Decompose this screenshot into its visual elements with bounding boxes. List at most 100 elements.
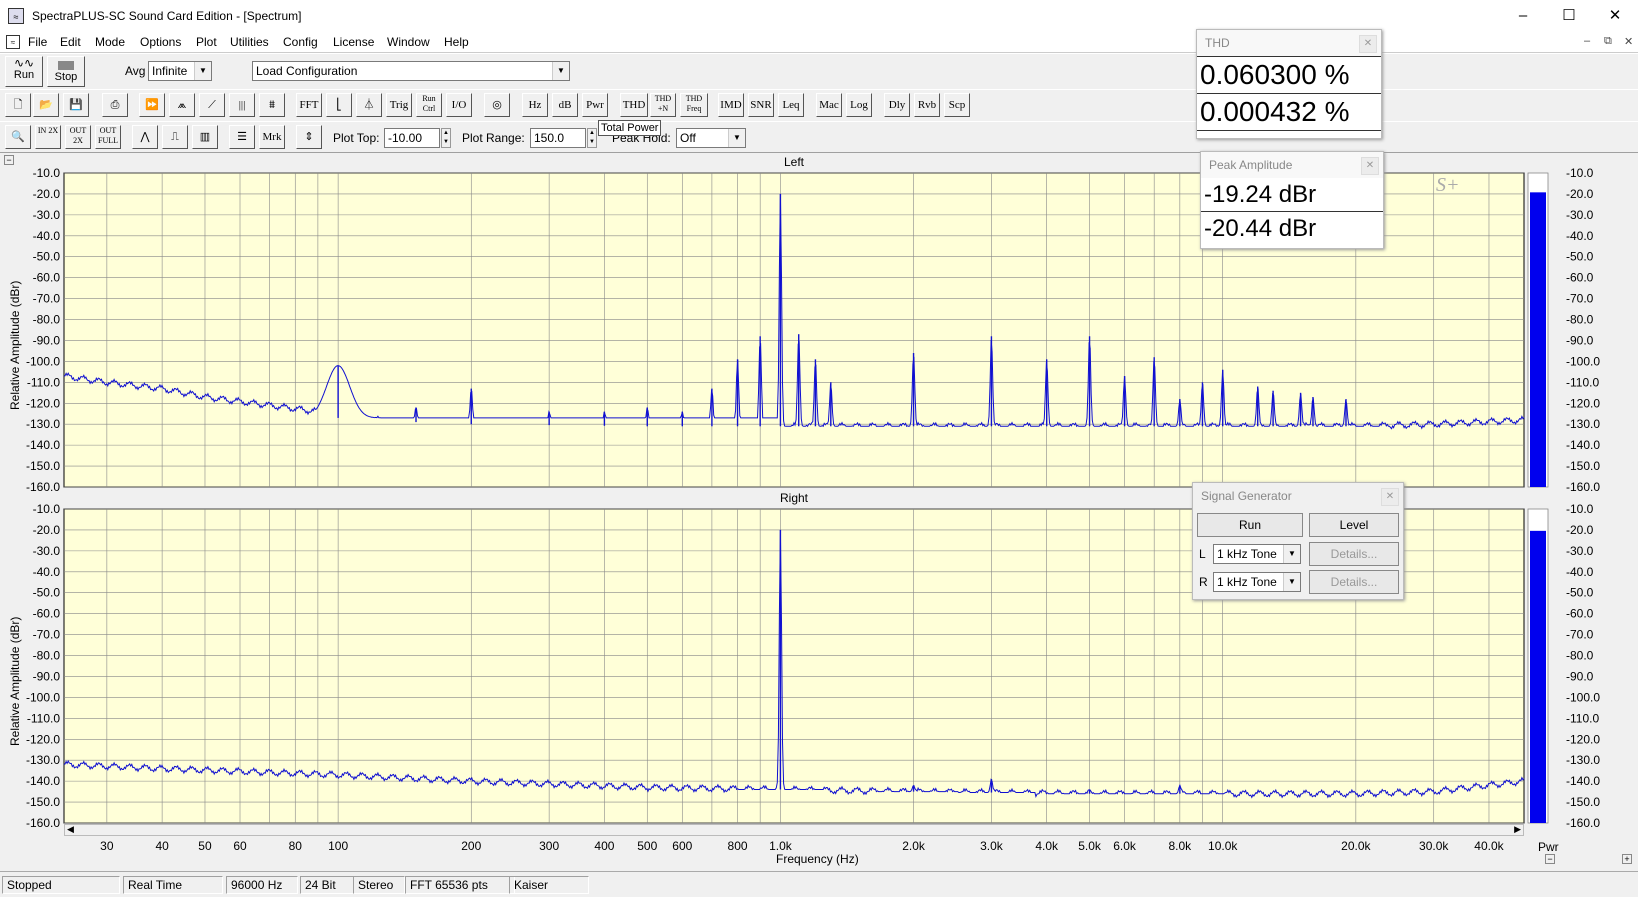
x-tick-label: 2.0k bbox=[902, 839, 926, 853]
meter-tick-label: -20.0 bbox=[1566, 523, 1594, 537]
y-tick-label: -60.0 bbox=[33, 271, 61, 285]
x-tick-label: 400 bbox=[594, 839, 614, 853]
meter-tick-label: -100.0 bbox=[1566, 690, 1600, 704]
x-tick-label: 30 bbox=[100, 839, 114, 853]
left-spectrum-plot[interactable]: -10.0 -10.0 -20.0 -20.0 -30.0 -30.0 -40.0 -40.0… bbox=[0, 0, 1638, 896]
meter-tick-label: -150.0 bbox=[1566, 459, 1600, 473]
status-sample-rate: 96000 Hz bbox=[226, 876, 298, 894]
meter-level-bar bbox=[1530, 192, 1546, 487]
signal-generator-panel: Signal Generator ✕ Run Level L 1 kHz Ton… bbox=[1192, 482, 1404, 600]
y-tick-label: -90.0 bbox=[33, 333, 61, 347]
status-bit-depth: 24 Bit bbox=[300, 876, 354, 894]
close-icon[interactable]: ✕ bbox=[1381, 488, 1399, 506]
y-tick-label: -20.0 bbox=[33, 187, 61, 201]
meter-label: Pwr bbox=[1538, 840, 1559, 854]
meter-tick-label: -140.0 bbox=[1566, 438, 1600, 452]
chevron-down-icon: ▼ bbox=[1283, 573, 1300, 591]
siggen-title-text: Signal Generator bbox=[1201, 489, 1292, 503]
thd-panel-title[interactable]: THD ✕ bbox=[1197, 30, 1381, 56]
x-tick-label: 10.0k bbox=[1208, 839, 1238, 853]
left-details-button[interactable]: Details... bbox=[1309, 542, 1399, 566]
x-tick-label: 4.0k bbox=[1035, 839, 1059, 853]
meter-tick-label: -120.0 bbox=[1566, 396, 1600, 410]
meter-tick-label: -70.0 bbox=[1566, 628, 1594, 642]
status-channels: Stereo bbox=[353, 876, 405, 894]
meter-expand-button[interactable]: + bbox=[1622, 854, 1632, 864]
y-tick-label: -80.0 bbox=[33, 313, 61, 327]
right-tone-value: 1 kHz Tone bbox=[1217, 575, 1277, 589]
siggen-left-label: L bbox=[1199, 547, 1206, 561]
y-tick-label: -80.0 bbox=[33, 649, 61, 663]
meter-collapse-button[interactable]: − bbox=[1545, 854, 1555, 864]
right-details-button[interactable]: Details... bbox=[1309, 570, 1399, 594]
y-tick-label: -30.0 bbox=[33, 544, 61, 558]
meter-tick-label: -110.0 bbox=[1566, 711, 1599, 725]
y-tick-label: -150.0 bbox=[26, 795, 60, 809]
y-tick-label: -130.0 bbox=[26, 753, 60, 767]
y-tick-label: -40.0 bbox=[33, 229, 61, 243]
close-icon[interactable]: ✕ bbox=[1361, 157, 1379, 175]
thd-title-text: THD bbox=[1205, 36, 1230, 50]
y-tick-label: -120.0 bbox=[26, 396, 60, 410]
status-fft-size: FFT 65536 pts bbox=[405, 876, 515, 894]
x-tick-label: 300 bbox=[539, 839, 559, 853]
siggen-run-button[interactable]: Run bbox=[1197, 513, 1303, 537]
x-tick-label: 30.0k bbox=[1419, 839, 1449, 853]
x-tick-label: 50 bbox=[198, 839, 212, 853]
y-tick-label: -160.0 bbox=[26, 480, 60, 494]
meter-tick-label: -60.0 bbox=[1566, 607, 1594, 621]
x-tick-label: 40 bbox=[155, 839, 169, 853]
x-tick-label: 500 bbox=[637, 839, 657, 853]
peak-panel-title[interactable]: Peak Amplitude ✕ bbox=[1201, 152, 1383, 178]
meter-tick-label: -120.0 bbox=[1566, 732, 1600, 746]
y-tick-label: -120.0 bbox=[26, 732, 60, 746]
x-tick-label: 1.0k bbox=[769, 839, 793, 853]
status-bar: Stopped Real Time 96000 Hz 24 Bit Stereo… bbox=[0, 871, 1638, 897]
meter-tick-label: -10.0 bbox=[1566, 166, 1594, 180]
status-state: Stopped bbox=[2, 876, 120, 894]
x-tick-label: 3.0k bbox=[980, 839, 1004, 853]
x-tick-label: 200 bbox=[461, 839, 481, 853]
meter-tick-label: -50.0 bbox=[1566, 250, 1594, 264]
meter-tick-label: -100.0 bbox=[1566, 354, 1600, 368]
y-tick-label: -60.0 bbox=[33, 607, 61, 621]
meter-tick-label: -150.0 bbox=[1566, 795, 1600, 809]
y-tick-label: -110.0 bbox=[27, 711, 60, 725]
y-tick-label: -50.0 bbox=[33, 586, 61, 600]
meter-tick-label: -20.0 bbox=[1566, 187, 1594, 201]
siggen-panel-title[interactable]: Signal Generator ✕ bbox=[1193, 483, 1403, 509]
meter-tick-label: -50.0 bbox=[1566, 586, 1594, 600]
siggen-level-button[interactable]: Level bbox=[1309, 513, 1399, 537]
peak-amplitude-panel: Peak Amplitude ✕ -19.24 dBr -20.44 dBr bbox=[1200, 151, 1384, 249]
status-mode: Real Time bbox=[123, 876, 223, 894]
y-tick-label: -30.0 bbox=[33, 208, 61, 222]
left-tone-value: 1 kHz Tone bbox=[1217, 547, 1277, 561]
meter-tick-label: -40.0 bbox=[1566, 565, 1594, 579]
y-tick-label: -150.0 bbox=[26, 459, 60, 473]
left-tone-select[interactable]: 1 kHz Tone ▼ bbox=[1213, 544, 1301, 564]
x-tick-label: 8.0k bbox=[1168, 839, 1192, 853]
meter-tick-label: -40.0 bbox=[1566, 229, 1594, 243]
horizontal-scrollbar[interactable]: ◀ ▶ bbox=[64, 824, 1524, 836]
meter-tick-label: -90.0 bbox=[1566, 333, 1594, 347]
y-tick-label: -10.0 bbox=[33, 166, 61, 180]
meter-tick-label: -30.0 bbox=[1566, 208, 1594, 222]
peak-title-text: Peak Amplitude bbox=[1209, 158, 1293, 172]
y-tick-label: -50.0 bbox=[33, 250, 61, 264]
meter-tick-label: -140.0 bbox=[1566, 774, 1600, 788]
meter-tick-label: -110.0 bbox=[1566, 375, 1599, 389]
meter-level-bar bbox=[1530, 530, 1546, 823]
close-icon[interactable]: ✕ bbox=[1359, 35, 1377, 53]
x-tick-label: 60 bbox=[233, 839, 247, 853]
y-tick-label: -110.0 bbox=[27, 375, 60, 389]
x-tick-label: 600 bbox=[672, 839, 692, 853]
right-tone-select[interactable]: 1 kHz Tone ▼ bbox=[1213, 572, 1301, 592]
scroll-left-icon[interactable]: ◀ bbox=[67, 824, 74, 835]
y-tick-label: -100.0 bbox=[26, 690, 60, 704]
scroll-right-icon[interactable]: ▶ bbox=[1514, 824, 1521, 835]
meter-tick-label: -130.0 bbox=[1566, 753, 1600, 767]
y-tick-label: -70.0 bbox=[33, 628, 61, 642]
y-tick-label: -90.0 bbox=[33, 669, 61, 683]
x-tick-label: 6.0k bbox=[1113, 839, 1137, 853]
x-tick-label: 800 bbox=[728, 839, 748, 853]
